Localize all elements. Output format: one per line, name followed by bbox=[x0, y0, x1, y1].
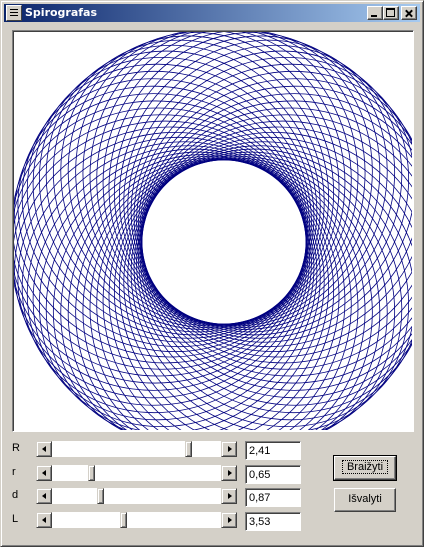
param-label: R bbox=[12, 442, 20, 454]
param-row-R: R 2,41 bbox=[1, 441, 424, 460]
param-value-L[interactable]: 3,53 bbox=[245, 512, 301, 531]
draw-button[interactable]: Braižyti bbox=[333, 455, 397, 481]
slider-left-arrow-icon[interactable] bbox=[36, 465, 52, 481]
slider-left-arrow-icon[interactable] bbox=[36, 488, 52, 504]
param-value-r[interactable]: 0,65 bbox=[245, 465, 301, 484]
app-window: Spirografas R 2,41 r 0,65 d 0,87 L 3,53 … bbox=[0, 0, 424, 547]
clear-button[interactable]: Išvalyti bbox=[334, 488, 396, 512]
slider-right-arrow-icon[interactable] bbox=[221, 441, 237, 457]
slider-thumb[interactable] bbox=[184, 441, 192, 457]
param-label: L bbox=[12, 513, 19, 525]
param-slider-L[interactable] bbox=[36, 512, 237, 528]
window-title: Spirografas bbox=[25, 6, 98, 19]
maximize-button[interactable] bbox=[383, 6, 399, 20]
minimize-button[interactable] bbox=[367, 6, 383, 20]
slider-right-arrow-icon[interactable] bbox=[221, 488, 237, 504]
system-menu-icon[interactable] bbox=[6, 5, 22, 21]
slider-right-arrow-icon[interactable] bbox=[221, 465, 237, 481]
slider-left-arrow-icon[interactable] bbox=[36, 512, 52, 528]
param-value-R[interactable]: 2,41 bbox=[245, 441, 301, 460]
clear-button-label: Išvalyti bbox=[348, 493, 382, 505]
spirograph-drawing bbox=[14, 32, 412, 430]
param-value-d[interactable]: 0,87 bbox=[245, 488, 301, 507]
param-slider-R[interactable] bbox=[36, 441, 237, 457]
param-row-L: L 3,53 bbox=[1, 512, 424, 531]
draw-button-label: Braižyti bbox=[341, 460, 389, 474]
spiro-center bbox=[156, 162, 292, 298]
slider-left-arrow-icon[interactable] bbox=[36, 441, 52, 457]
slider-thumb[interactable] bbox=[97, 488, 105, 504]
slider-thumb[interactable] bbox=[87, 465, 95, 481]
title-bar[interactable]: Spirografas bbox=[4, 4, 420, 22]
param-slider-r[interactable] bbox=[36, 465, 237, 481]
spirograph-canvas bbox=[12, 30, 414, 432]
slider-right-arrow-icon[interactable] bbox=[221, 512, 237, 528]
param-slider-d[interactable] bbox=[36, 488, 237, 504]
slider-thumb[interactable] bbox=[120, 512, 128, 528]
close-button[interactable] bbox=[401, 6, 417, 20]
param-label: r bbox=[12, 466, 16, 478]
param-label: d bbox=[12, 489, 19, 501]
